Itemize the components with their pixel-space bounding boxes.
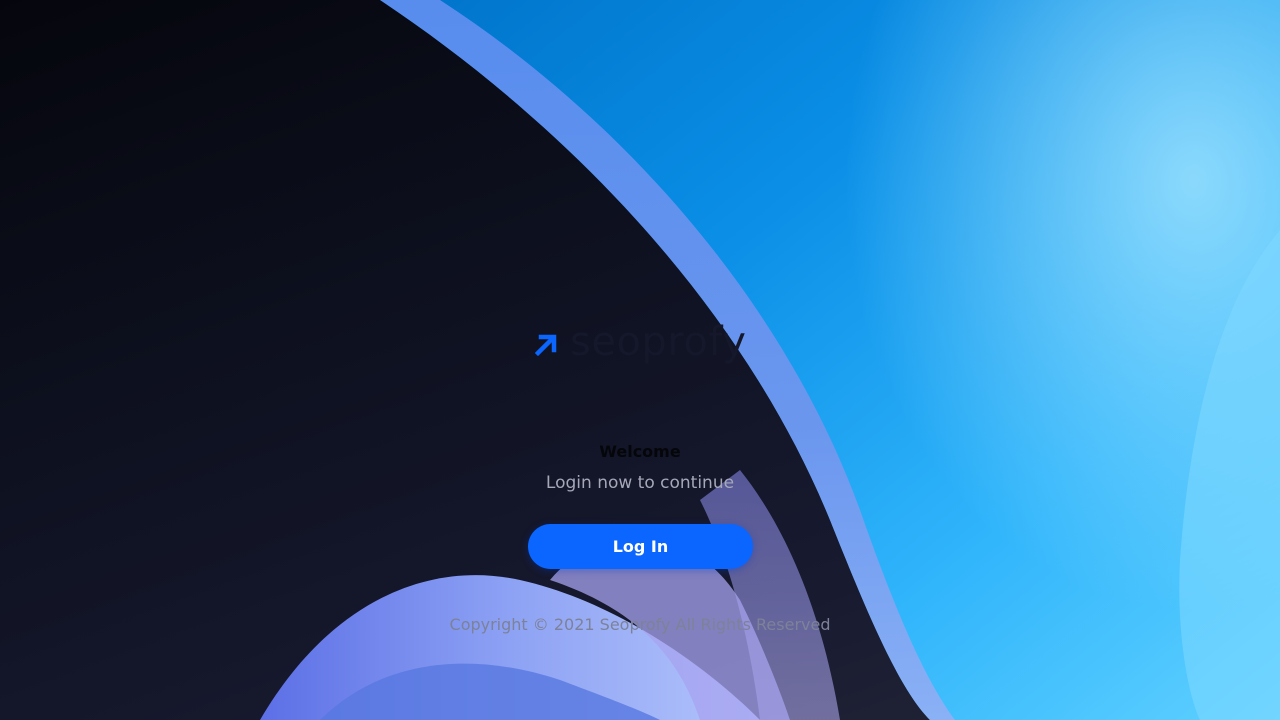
login-page: seoprofy Welcome Login now to continue L…: [0, 0, 1280, 720]
copyright-text: Copyright © 2021 Seoprofy All Rights Res…: [449, 615, 831, 634]
welcome-title: Welcome: [599, 442, 681, 461]
welcome-subtitle: Login now to continue: [545, 473, 735, 493]
arrow-up-right-icon: [534, 334, 557, 357]
brand-logo: seoprofy: [532, 319, 747, 368]
login-button[interactable]: Log In: [528, 524, 753, 569]
brand-name: seoprofy: [570, 319, 747, 365]
